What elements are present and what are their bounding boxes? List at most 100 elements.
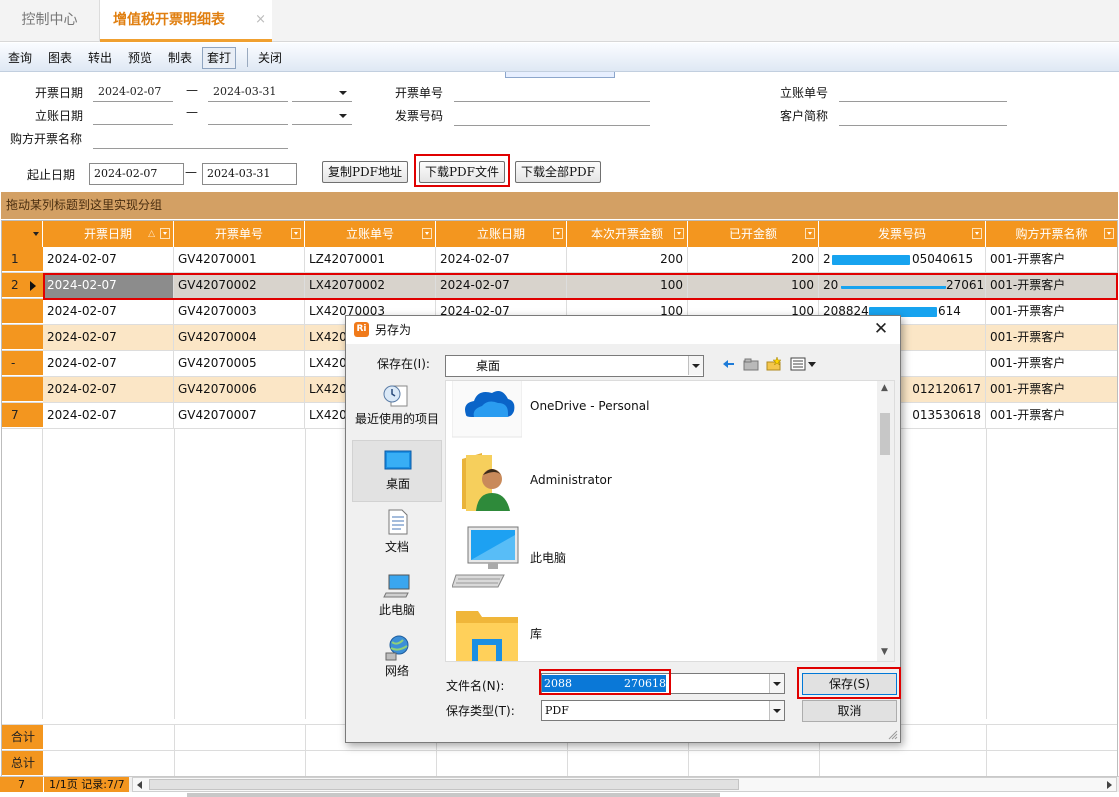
period-from-input[interactable]: 2024-02-07 <box>89 163 184 185</box>
filter-dropdown-icon[interactable] <box>422 228 432 239</box>
preview-button[interactable]: 预览 <box>124 47 156 69</box>
place-desktop[interactable]: 桌面 <box>352 440 442 502</box>
invoice-date-from-input[interactable]: 2024-02-07 <box>93 82 173 102</box>
account-date-to-input[interactable] <box>208 105 288 125</box>
row-indicator[interactable] <box>2 325 43 350</box>
close-icon[interactable]: × <box>255 0 266 40</box>
list-item-this-pc[interactable]: 此电脑 <box>452 523 882 593</box>
app-logo-icon: Ri <box>354 322 369 337</box>
column-header-buyer[interactable]: 购方开票名称 <box>986 221 1117 247</box>
column-header-invoice-date[interactable]: 开票日期 △ <box>43 221 174 247</box>
recent-items-icon <box>383 385 408 407</box>
scroll-up-icon[interactable]: ▲ <box>881 383 888 393</box>
panel-splitter-handle[interactable] <box>505 72 615 78</box>
copy-pdf-address-button[interactable]: 复制PDF地址 <box>322 161 408 183</box>
invoice-code-suffix: 614 <box>938 304 961 318</box>
filetype-dropdown[interactable]: PDF <box>541 700 785 721</box>
up-folder-icon[interactable] <box>743 356 759 372</box>
chart-button[interactable]: 图表 <box>44 47 76 69</box>
invoice-no-input[interactable] <box>454 82 650 102</box>
chevron-down-icon[interactable] <box>769 674 784 693</box>
item-name: OneDrive - Personal <box>530 399 650 413</box>
row-indicator[interactable]: 2 <box>2 273 43 298</box>
table-row[interactable]: 1 2024-02-07 GV42070001 LZ42070001 2024-… <box>2 247 1117 273</box>
list-item-onedrive[interactable]: OneDrive - Personal <box>452 381 882 441</box>
grid-column-line <box>986 429 987 719</box>
place-recent[interactable]: 最近使用的项目 <box>352 380 442 442</box>
grid-column-line <box>688 751 689 776</box>
list-item-administrator[interactable]: Administrator <box>452 447 882 517</box>
grid-column-line <box>305 725 306 750</box>
customer-input[interactable] <box>839 106 1007 126</box>
row-indicator[interactable]: 1 <box>2 247 43 272</box>
filter-dropdown-icon[interactable] <box>674 228 684 239</box>
cell-invoice-no: GV42070001 <box>174 247 305 272</box>
column-header-paid[interactable]: 已开金额 <box>688 221 819 247</box>
row-indicator[interactable] <box>2 377 43 402</box>
tab-control-center[interactable]: 控制中心 <box>0 0 100 42</box>
resize-grip-icon[interactable] <box>888 730 898 740</box>
dialog-title-bar[interactable]: Ri 另存为 ✕ <box>346 316 900 344</box>
column-header-amount[interactable]: 本次开票金额 <box>567 221 688 247</box>
group-by-panel[interactable]: 拖动某列标题到这里实现分组 <box>1 192 1118 219</box>
tab-vat-invoice-detail[interactable]: 增值税开票明细表 × <box>100 0 272 42</box>
scroll-down-icon[interactable]: ▼ <box>881 647 888 657</box>
report-button[interactable]: 制表 <box>164 47 196 69</box>
buyer-name-input[interactable] <box>93 129 288 149</box>
place-network[interactable]: 网络 <box>352 630 442 692</box>
range-separator: — <box>185 165 197 179</box>
cancel-button[interactable]: 取消 <box>802 700 897 722</box>
invoice-date-dropdown[interactable] <box>292 82 352 102</box>
filter-dropdown-icon[interactable] <box>291 228 301 239</box>
filter-dropdown-icon[interactable] <box>553 228 563 239</box>
scroll-left-icon[interactable] <box>137 781 142 789</box>
place-label: 最近使用的项目 <box>354 412 439 426</box>
filter-dropdown-icon[interactable] <box>160 228 170 239</box>
close-button[interactable]: 关闭 <box>254 47 286 69</box>
back-arrow-icon[interactable] <box>720 356 736 372</box>
save-as-dialog: Ri 另存为 ✕ 保存在(I): 桌面 最近使用的项目 桌面 文档 此电脑 网络… <box>345 315 901 743</box>
save-in-dropdown[interactable]: 桌面 <box>445 355 704 377</box>
chevron-down-icon[interactable] <box>688 356 703 375</box>
place-this-pc[interactable]: 此电脑 <box>352 567 442 629</box>
column-header-invoice-code[interactable]: 发票号码 <box>819 221 986 247</box>
list-item-library[interactable]: 库 <box>452 599 882 661</box>
row-indicator[interactable] <box>2 299 43 324</box>
column-header-invoice-no[interactable]: 开票单号 <box>174 221 305 247</box>
download-all-pdf-button[interactable]: 下载全部PDF <box>515 161 601 183</box>
period-to-input[interactable]: 2024-03-31 <box>202 163 297 185</box>
highlight-save-button <box>797 667 901 699</box>
export-button[interactable]: 转出 <box>84 47 116 69</box>
view-menu-icon[interactable] <box>790 356 818 372</box>
horizontal-scrollbar[interactable] <box>132 777 1117 792</box>
filter-dropdown-icon[interactable] <box>805 228 815 239</box>
grid-column-line <box>986 751 987 776</box>
close-icon[interactable]: ✕ <box>870 318 892 340</box>
filter-dropdown-icon[interactable] <box>972 228 982 239</box>
column-header-account-date[interactable]: 立账日期 <box>436 221 567 247</box>
row-indicator[interactable]: 7 <box>2 403 43 428</box>
row-indicator[interactable]: - <box>2 351 43 376</box>
query-button[interactable]: 查询 <box>4 47 36 69</box>
chevron-down-icon[interactable] <box>769 701 784 720</box>
row-indicator-header[interactable] <box>2 221 43 247</box>
vertical-scrollbar[interactable]: ▲ ▼ <box>877 381 894 661</box>
grid-column-line <box>174 751 175 776</box>
page-info: 1/1页 记录:7/7 <box>43 777 129 792</box>
account-date-from-input[interactable] <box>93 105 173 125</box>
column-header-account-no[interactable]: 立账单号 <box>305 221 436 247</box>
print-template-button[interactable]: 套打 <box>202 47 237 69</box>
account-date-dropdown[interactable] <box>292 105 352 125</box>
invoice-code-input[interactable] <box>454 106 650 126</box>
grid-column-line <box>819 751 820 776</box>
scroll-right-icon[interactable] <box>1107 781 1112 789</box>
place-documents[interactable]: 文档 <box>352 504 442 566</box>
account-no-input[interactable] <box>839 82 1007 102</box>
scrollbar-thumb[interactable] <box>880 413 890 455</box>
scrollbar-thumb[interactable] <box>149 779 739 790</box>
computer-icon <box>452 526 519 588</box>
places-sidebar: 最近使用的项目 桌面 文档 此电脑 网络 <box>352 380 444 678</box>
new-folder-icon[interactable] <box>766 356 782 372</box>
filter-dropdown-icon[interactable] <box>1104 228 1114 239</box>
invoice-date-to-input[interactable]: 2024-03-31 <box>208 82 288 102</box>
